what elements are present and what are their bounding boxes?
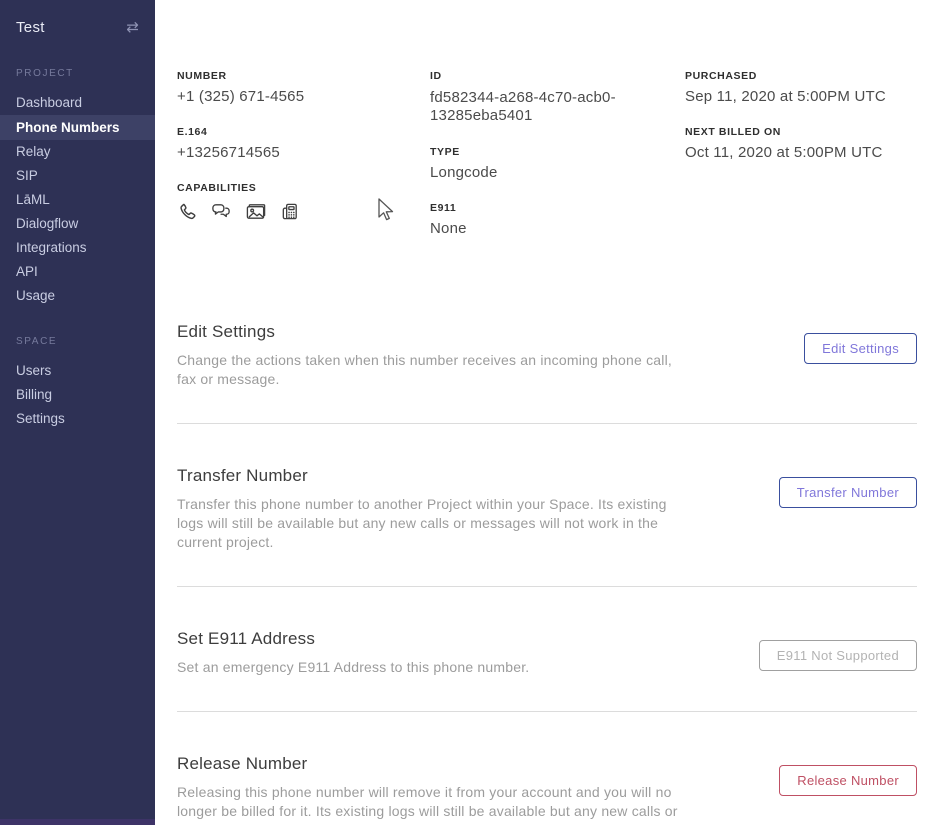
action-sections: Edit Settings Change the actions taken w… [177, 322, 917, 825]
field-label-type: TYPE [430, 146, 685, 158]
sidebar-item-phone-numbers[interactable]: Phone Numbers [0, 115, 155, 140]
voice-phone-icon [177, 201, 198, 222]
field-type: TYPE Longcode [430, 146, 685, 181]
sidebar-item-integrations[interactable]: Integrations [0, 236, 155, 260]
field-capabilities: CAPABILITIES [177, 182, 430, 222]
section-title: Release Number [177, 754, 682, 774]
sidebar-bottom-strip [0, 819, 155, 825]
phone-number-detail-page: NUMBER +1 (325) 671-4565 E.164 +13256714… [155, 0, 931, 825]
field-next-billed: NEXT BILLED ON Oct 11, 2020 at 5:00PM UT… [685, 126, 917, 161]
edit-settings-button[interactable]: Edit Settings [804, 333, 917, 364]
sidebar-header: Test ⇄ [0, 0, 155, 40]
field-value-e164: +13256714565 [177, 145, 430, 161]
section-transfer-number: Transfer Number Transfer this phone numb… [177, 424, 917, 587]
section-release-number: Release Number Releasing this phone numb… [177, 712, 917, 825]
field-value-id: fd582344-a268-4c70-acb0-13285eba5401 [430, 89, 660, 125]
project-title: Test [16, 19, 45, 36]
field-label-capabilities: CAPABILITIES [177, 182, 430, 194]
sidebar-item-dashboard[interactable]: Dashboard [0, 91, 155, 115]
sidebar: Test ⇄ PROJECT Dashboard Phone Numbers R… [0, 0, 155, 825]
e911-not-supported-button: E911 Not Supported [759, 640, 917, 671]
sidebar-item-users[interactable]: Users [0, 359, 155, 383]
section-title: Set E911 Address [177, 629, 529, 649]
sidebar-item-dialogflow[interactable]: Dialogflow [0, 212, 155, 236]
details-col-3: PURCHASED Sep 11, 2020 at 5:00PM UTC NEX… [685, 70, 917, 258]
field-value-purchased: Sep 11, 2020 at 5:00PM UTC [685, 89, 917, 105]
section-description: Transfer this phone number to another Pr… [177, 495, 682, 552]
field-value-type: Longcode [430, 165, 685, 181]
number-details-grid: NUMBER +1 (325) 671-4565 E.164 +13256714… [177, 70, 917, 258]
sidebar-item-api[interactable]: API [0, 260, 155, 284]
project-switcher-icon[interactable]: ⇄ [126, 20, 139, 35]
field-label-purchased: PURCHASED [685, 70, 917, 82]
section-title: Edit Settings [177, 322, 682, 342]
section-set-e911-text: Set E911 Address Set an emergency E911 A… [177, 629, 529, 677]
fax-icon [280, 201, 300, 222]
sms-chat-icon [210, 201, 232, 222]
field-id: ID fd582344-a268-4c70-acb0-13285eba5401 [430, 70, 685, 125]
sidebar-item-sip[interactable]: SIP [0, 164, 155, 188]
sidebar-item-laml[interactable]: LāML [0, 188, 155, 212]
release-number-button[interactable]: Release Number [779, 765, 917, 796]
section-description: Releasing this phone number will remove … [177, 783, 682, 825]
section-title: Transfer Number [177, 466, 682, 486]
section-transfer-number-text: Transfer Number Transfer this phone numb… [177, 466, 682, 552]
section-description: Change the actions taken when this numbe… [177, 351, 682, 389]
sidebar-item-relay[interactable]: Relay [0, 140, 155, 164]
sidebar-item-settings[interactable]: Settings [0, 407, 155, 431]
details-col-2: ID fd582344-a268-4c70-acb0-13285eba5401 … [430, 70, 685, 258]
mms-image-icon [244, 201, 268, 222]
field-label-id: ID [430, 70, 685, 82]
section-edit-settings: Edit Settings Change the actions taken w… [177, 322, 917, 424]
transfer-number-button[interactable]: Transfer Number [779, 477, 917, 508]
field-value-e911: None [430, 221, 685, 237]
field-e911: E911 None [430, 202, 685, 237]
sidebar-item-usage[interactable]: Usage [0, 284, 155, 308]
section-description: Set an emergency E911 Address to this ph… [177, 658, 529, 677]
section-release-number-text: Release Number Releasing this phone numb… [177, 754, 682, 825]
field-purchased: PURCHASED Sep 11, 2020 at 5:00PM UTC [685, 70, 917, 105]
field-label-number: NUMBER [177, 70, 430, 82]
capability-icons [177, 201, 430, 222]
field-e164: E.164 +13256714565 [177, 126, 430, 161]
nav-group-label-project: PROJECT [0, 68, 155, 79]
nav-group-label-space: SPACE [0, 336, 155, 347]
sidebar-item-billing[interactable]: Billing [0, 383, 155, 407]
field-value-number: +1 (325) 671-4565 [177, 89, 430, 105]
details-col-1: NUMBER +1 (325) 671-4565 E.164 +13256714… [177, 70, 430, 258]
field-label-e911: E911 [430, 202, 685, 214]
section-edit-settings-text: Edit Settings Change the actions taken w… [177, 322, 682, 389]
field-number: NUMBER +1 (325) 671-4565 [177, 70, 430, 105]
field-value-next-billed: Oct 11, 2020 at 5:00PM UTC [685, 145, 917, 161]
field-label-next-billed: NEXT BILLED ON [685, 126, 917, 138]
section-set-e911-address: Set E911 Address Set an emergency E911 A… [177, 587, 917, 712]
field-label-e164: E.164 [177, 126, 430, 138]
